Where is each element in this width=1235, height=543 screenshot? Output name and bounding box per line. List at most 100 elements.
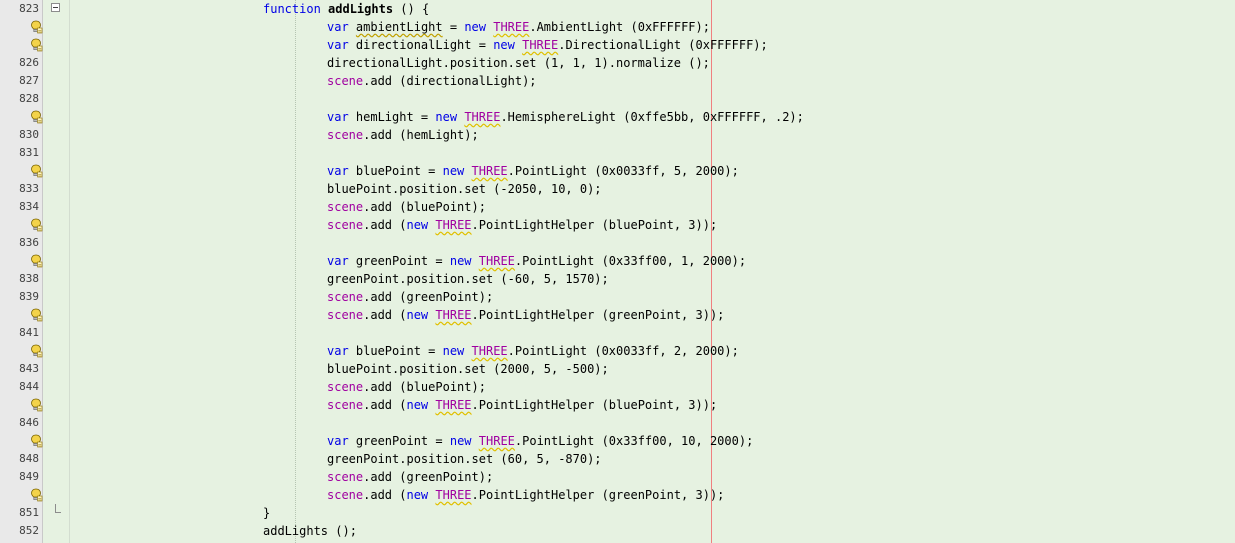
code-line[interactable]: var greenPoint = new THREE.PointLight (0… bbox=[0, 432, 1235, 450]
code-text[interactable]: scene.add (new THREE.PointLightHelper (g… bbox=[327, 486, 724, 504]
code-text[interactable]: scene.add (bluePoint); bbox=[327, 378, 486, 396]
lightbulb-hint-icon[interactable] bbox=[29, 20, 43, 34]
code-line[interactable]: 826 directionalLight.position.set (1, 1, … bbox=[0, 54, 1235, 72]
code-token: bluePoint.position.set (2000, 5, -500); bbox=[327, 362, 609, 376]
code-token: bluePoint = bbox=[348, 344, 443, 358]
code-text[interactable]: scene.add (greenPoint); bbox=[327, 468, 493, 486]
code-text[interactable]: var greenPoint = new THREE.PointLight (0… bbox=[327, 252, 746, 270]
code-line[interactable]: 848 greenPoint.position.set (60, 5, -870)… bbox=[0, 450, 1235, 468]
lightbulb-hint-icon[interactable] bbox=[29, 254, 43, 268]
code-line[interactable]: var greenPoint = new THREE.PointLight (0… bbox=[0, 252, 1235, 270]
code-line[interactable]: var bluePoint = new THREE.PointLight (0x… bbox=[0, 162, 1235, 180]
lightbulb-hint-icon[interactable] bbox=[29, 110, 43, 124]
code-text[interactable]: addLights (); bbox=[263, 522, 357, 540]
code-text[interactable]: function addLights () { bbox=[263, 0, 429, 18]
code-text[interactable]: bluePoint.position.set (2000, 5, -500); bbox=[327, 360, 609, 378]
code-text[interactable]: var ambientLight = new THREE.AmbientLigh… bbox=[327, 18, 710, 36]
code-line[interactable]: 823 function addLights () { bbox=[0, 0, 1235, 18]
code-token: scene bbox=[327, 200, 364, 214]
lightbulb-hint-icon[interactable] bbox=[29, 218, 43, 232]
code-token: bluePoint.position.set (-2050, 10, 0); bbox=[327, 182, 602, 196]
code-line[interactable]: 852 addLights (); bbox=[0, 522, 1235, 540]
code-text[interactable]: var bluePoint = new THREE.PointLight (0x… bbox=[327, 162, 739, 180]
code-line[interactable]: 838 greenPoint.position.set (-60, 5, 1570… bbox=[0, 270, 1235, 288]
code-text[interactable]: greenPoint.position.set (60, 5, -870); bbox=[327, 450, 602, 468]
code-token: ambientLight bbox=[355, 20, 443, 34]
code-text[interactable]: scene.add (new THREE.PointLightHelper (g… bbox=[327, 306, 724, 324]
lightbulb-hint-icon[interactable] bbox=[29, 308, 43, 322]
code-token: .add ( bbox=[363, 488, 407, 502]
code-text[interactable]: scene.add (new THREE.PointLightHelper (b… bbox=[327, 216, 717, 234]
code-token: bluePoint = bbox=[348, 164, 443, 178]
code-text[interactable]: var bluePoint = new THREE.PointLight (0x… bbox=[327, 342, 739, 360]
code-line[interactable]: 828 bbox=[0, 90, 1235, 108]
code-text[interactable]: scene.add (new THREE.PointLightHelper (b… bbox=[327, 396, 717, 414]
code-token: new bbox=[406, 398, 429, 412]
code-token: THREE bbox=[471, 344, 508, 358]
code-line[interactable]: var hemLight = new THREE.HemisphereLight… bbox=[0, 108, 1235, 126]
lightbulb-hint-icon[interactable] bbox=[29, 38, 43, 52]
code-line[interactable]: scene.add (new THREE.PointLightHelper (b… bbox=[0, 216, 1235, 234]
code-token: .add (greenPoint); bbox=[363, 470, 494, 484]
code-line[interactable]: 849 scene.add (greenPoint); bbox=[0, 468, 1235, 486]
code-line[interactable]: var directionalLight = new THREE.Directi… bbox=[0, 36, 1235, 54]
code-text[interactable]: scene.add (hemLight); bbox=[327, 126, 479, 144]
code-line[interactable]: 841 bbox=[0, 324, 1235, 342]
code-line[interactable]: 827 scene.add (directionalLight); bbox=[0, 72, 1235, 90]
code-line[interactable]: 833 bluePoint.position.set (-2050, 10, 0)… bbox=[0, 180, 1235, 198]
code-line[interactable]: 839 scene.add (greenPoint); bbox=[0, 288, 1235, 306]
code-token: greenPoint = bbox=[348, 254, 450, 268]
code-token: var bbox=[327, 38, 349, 52]
line-number: 841 bbox=[19, 326, 39, 339]
code-text[interactable]: var hemLight = new THREE.HemisphereLight… bbox=[327, 108, 804, 126]
code-text[interactable]: directionalLight.position.set (1, 1, 1).… bbox=[327, 54, 710, 72]
code-token: new bbox=[435, 110, 458, 124]
lightbulb-hint-icon[interactable] bbox=[29, 488, 43, 502]
code-token: THREE bbox=[435, 218, 472, 232]
code-line[interactable]: scene.add (new THREE.PointLightHelper (g… bbox=[0, 486, 1235, 504]
code-token: scene bbox=[327, 290, 364, 304]
code-line[interactable]: 830 scene.add (hemLight); bbox=[0, 126, 1235, 144]
code-line[interactable]: 844 scene.add (bluePoint); bbox=[0, 378, 1235, 396]
code-line[interactable]: 851} bbox=[0, 504, 1235, 522]
code-line[interactable]: 846 bbox=[0, 414, 1235, 432]
code-token: .PointLightHelper (greenPoint, 3)); bbox=[471, 308, 725, 322]
lightbulb-hint-icon[interactable] bbox=[29, 398, 43, 412]
code-line[interactable]: scene.add (new THREE.PointLightHelper (g… bbox=[0, 306, 1235, 324]
code-line[interactable]: 836 bbox=[0, 234, 1235, 252]
code-text[interactable]: } bbox=[263, 504, 270, 522]
lightbulb-hint-icon[interactable] bbox=[29, 344, 43, 358]
code-line[interactable]: scene.add (new THREE.PointLightHelper (b… bbox=[0, 396, 1235, 414]
code-line[interactable]: var bluePoint = new THREE.PointLight (0x… bbox=[0, 342, 1235, 360]
line-number: 833 bbox=[19, 182, 39, 195]
code-token: hemLight = bbox=[348, 110, 436, 124]
code-line[interactable]: 843 bluePoint.position.set (2000, 5, -500… bbox=[0, 360, 1235, 378]
code-token: .PointLight (0x0033ff, 5, 2000); bbox=[507, 164, 739, 178]
code-token: .add ( bbox=[363, 308, 407, 322]
code-text[interactable]: bluePoint.position.set (-2050, 10, 0); bbox=[327, 180, 602, 198]
code-text[interactable]: var directionalLight = new THREE.Directi… bbox=[327, 36, 768, 54]
collapse-fold-icon[interactable] bbox=[51, 3, 60, 12]
code-text[interactable]: scene.add (bluePoint); bbox=[327, 198, 486, 216]
code-lines[interactable]: 823 function addLights () {var ambientLig… bbox=[0, 0, 1235, 540]
code-text[interactable]: greenPoint.position.set (-60, 5, 1570); bbox=[327, 270, 609, 288]
code-line[interactable]: 831 bbox=[0, 144, 1235, 162]
code-line[interactable]: var ambientLight = new THREE.AmbientLigh… bbox=[0, 18, 1235, 36]
code-text[interactable]: scene.add (greenPoint); bbox=[327, 288, 493, 306]
line-number: 828 bbox=[19, 92, 39, 105]
code-text[interactable]: var greenPoint = new THREE.PointLight (0… bbox=[327, 432, 753, 450]
code-token: new bbox=[464, 20, 486, 34]
lightbulb-hint-icon[interactable] bbox=[29, 434, 43, 448]
lightbulb-hint-icon[interactable] bbox=[29, 164, 43, 178]
code-token: var bbox=[327, 254, 349, 268]
code-text[interactable]: scene.add (directionalLight); bbox=[327, 72, 537, 90]
code-line[interactable]: 834 scene.add (bluePoint); bbox=[0, 198, 1235, 216]
code-token: THREE bbox=[478, 254, 515, 268]
line-number: 849 bbox=[19, 470, 39, 483]
code-token: .add (hemLight); bbox=[363, 128, 479, 142]
code-editor[interactable]: 823 function addLights () {var ambientLig… bbox=[0, 0, 1235, 543]
code-token: var bbox=[327, 110, 349, 124]
line-number: 852 bbox=[19, 524, 39, 537]
code-token: new bbox=[406, 488, 429, 502]
